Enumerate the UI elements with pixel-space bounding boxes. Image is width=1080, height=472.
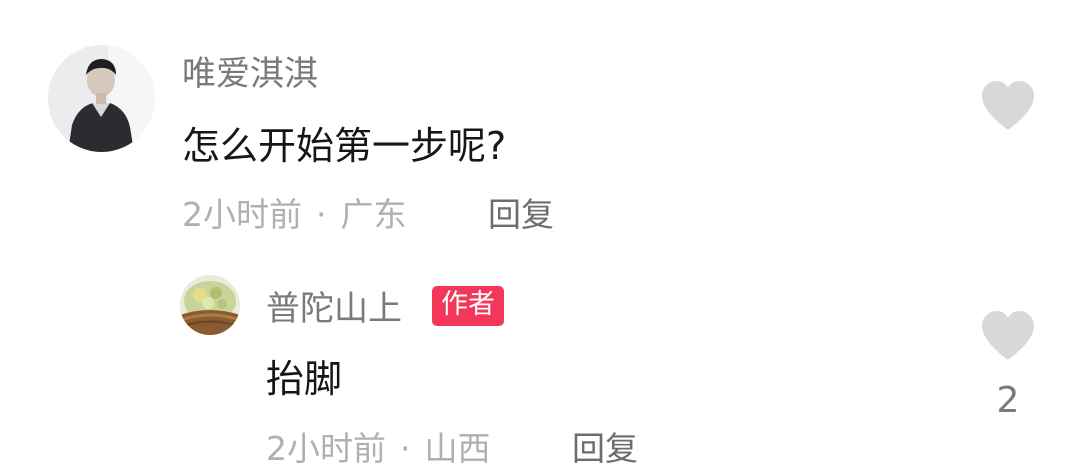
like-count: 2: [996, 380, 1020, 421]
reply-time: 2小时前: [266, 429, 386, 468]
like-button[interactable]: [980, 80, 1036, 132]
reply-avatar[interactable]: [180, 275, 240, 335]
heart-icon: [982, 81, 1034, 130]
avatar-image: [48, 45, 155, 152]
reply-button[interactable]: 回复: [488, 195, 554, 235]
reply-location: 山西: [424, 429, 491, 468]
meta-separator: ·: [400, 429, 411, 468]
comment-time: 2小时前: [182, 195, 302, 234]
avatar[interactable]: [48, 45, 155, 152]
reply-meta: 2小时前 · 山西: [266, 429, 491, 469]
reply-like-button[interactable]: [980, 310, 1036, 362]
heart-icon: [982, 311, 1034, 360]
comment-location: 广东: [340, 195, 407, 234]
comment-text[interactable]: 怎么开始第一步呢?: [182, 124, 506, 168]
comment-username[interactable]: 唯爱淇淇: [182, 54, 318, 94]
reply-text[interactable]: 抬脚: [266, 357, 342, 401]
reply-avatar-image: [180, 275, 240, 335]
reply-reply-button[interactable]: 回复: [572, 429, 638, 469]
comment-meta: 2小时前 · 广东: [182, 195, 407, 235]
meta-separator: ·: [316, 195, 327, 234]
reply-username[interactable]: 普陀山上: [266, 289, 402, 329]
author-badge: 作者: [432, 286, 504, 326]
